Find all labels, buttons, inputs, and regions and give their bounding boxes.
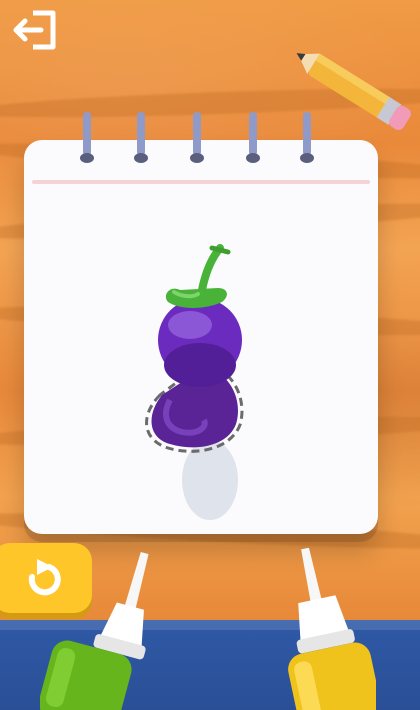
yellow-paint-bottle[interactable] bbox=[256, 548, 376, 710]
green-paint-bottle[interactable] bbox=[40, 544, 160, 710]
spiral-ring bbox=[190, 112, 204, 163]
spiral-ring bbox=[134, 112, 148, 163]
notebook-header-line bbox=[32, 180, 370, 184]
exit-icon bbox=[13, 10, 56, 50]
spiral-ring bbox=[246, 112, 260, 163]
eggplant-drawing bbox=[145, 244, 244, 520]
spiral-ring bbox=[80, 112, 94, 163]
spiral-ring bbox=[300, 112, 314, 163]
exit-button[interactable] bbox=[10, 8, 60, 52]
